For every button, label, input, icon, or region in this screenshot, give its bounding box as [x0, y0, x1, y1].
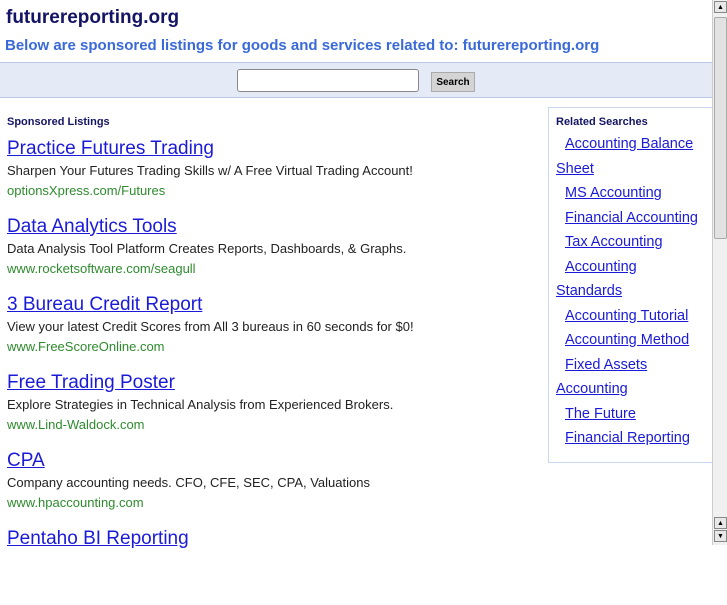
related-search-link[interactable]: MS Accounting: [556, 181, 712, 206]
listing-description: Company accounting needs. CFO, CFE, SEC,…: [7, 475, 370, 490]
page-subtitle: Below are sponsored listings for goods a…: [5, 37, 600, 54]
listing-title-link[interactable]: Data Analytics Tools: [7, 215, 537, 239]
listing: Data Analytics Tools Data Analysis Tool P…: [7, 215, 537, 293]
listing: Free Trading Poster Explore Strategies in…: [7, 371, 537, 449]
related-search-link-text[interactable]: Accounting Balance: [556, 132, 712, 157]
related-search-link[interactable]: Accounting Tutorial: [556, 304, 712, 329]
listing-description: Data Analysis Tool Platform Creates Repo…: [7, 241, 407, 256]
related-search-link[interactable]: Accounting Method: [556, 328, 712, 353]
search-button[interactable]: Search: [431, 72, 475, 92]
related-search-link[interactable]: Financial Reporting: [556, 426, 712, 451]
search-input[interactable]: [237, 69, 419, 92]
listing: CPA Company accounting needs. CFO, CFE, S…: [7, 449, 537, 527]
listing-description: Explore Strategies in Technical Analysis…: [7, 397, 394, 412]
listing-url[interactable]: www.Lind-Waldock.com: [7, 415, 537, 435]
sponsored-listings-heading: Sponsored Listings: [7, 116, 110, 128]
related-search-link-text[interactable]: Sheet: [556, 157, 712, 182]
related-searches-heading: Related Searches: [556, 116, 648, 128]
scrollbar-thumb[interactable]: [714, 17, 727, 239]
scroll-up-arrow-icon[interactable]: ▲: [714, 517, 727, 529]
related-searches-panel: Related Searches Accounting Balance Sheet…: [548, 107, 713, 463]
related-search-link[interactable]: Fixed Assets Accounting: [556, 353, 712, 402]
related-search-link-text[interactable]: The Future: [556, 402, 712, 427]
listing-title-link[interactable]: 3 Bureau Credit Report: [7, 293, 537, 317]
related-search-link[interactable]: The Future: [556, 402, 712, 427]
listing-url[interactable]: optionsXpress.com/Futures: [7, 181, 537, 201]
related-search-link-text[interactable]: Accounting: [556, 377, 712, 402]
listing: Pentaho BI Reporting: [7, 527, 537, 605]
sponsored-listings: Practice Futures Trading Sharpen Your Fut…: [7, 137, 537, 605]
listing: Practice Futures Trading Sharpen Your Fut…: [7, 137, 537, 215]
listing-url[interactable]: www.hpaccounting.com: [7, 493, 537, 513]
listing-title-link[interactable]: Pentaho BI Reporting: [7, 527, 537, 551]
search-bar: Search: [0, 62, 712, 98]
scroll-up-arrow-icon[interactable]: ▲: [714, 1, 727, 13]
related-search-link-text[interactable]: Fixed Assets: [556, 353, 712, 378]
related-search-link[interactable]: Financial Accounting: [556, 206, 712, 231]
listing-url[interactable]: www.FreeScoreOnline.com: [7, 337, 537, 357]
scroll-down-arrow-icon[interactable]: ▼: [714, 530, 727, 542]
listing: 3 Bureau Credit Report View your latest C…: [7, 293, 537, 371]
page-title: futurereporting.org: [6, 7, 180, 28]
related-search-link[interactable]: Accounting Standards: [556, 255, 712, 304]
related-search-link-text[interactable]: MS Accounting: [556, 181, 712, 206]
related-search-link-text[interactable]: Standards: [556, 279, 712, 304]
related-search-link-text[interactable]: Tax Accounting: [556, 230, 712, 255]
listing-description: View your latest Credit Scores from All …: [7, 319, 414, 334]
related-search-link-text[interactable]: Financial Reporting: [556, 426, 712, 451]
related-search-link-text[interactable]: Financial Accounting: [556, 206, 712, 231]
listing-title-link[interactable]: Practice Futures Trading: [7, 137, 537, 161]
related-search-link[interactable]: Tax Accounting: [556, 230, 712, 255]
related-search-link[interactable]: Accounting Balance Sheet: [556, 132, 712, 181]
related-search-link-text[interactable]: Accounting Tutorial: [556, 304, 712, 329]
listing-title-link[interactable]: Free Trading Poster: [7, 371, 537, 395]
listing-url[interactable]: www.rocketsoftware.com/seagull: [7, 259, 537, 279]
related-search-link-text[interactable]: Accounting: [556, 255, 712, 280]
vertical-scrollbar[interactable]: ▲ ▲ ▼: [712, 0, 727, 545]
listing-description: Sharpen Your Futures Trading Skills w/ A…: [7, 163, 413, 178]
listing-title-link[interactable]: CPA: [7, 449, 537, 473]
related-search-link-text[interactable]: Accounting Method: [556, 328, 712, 353]
